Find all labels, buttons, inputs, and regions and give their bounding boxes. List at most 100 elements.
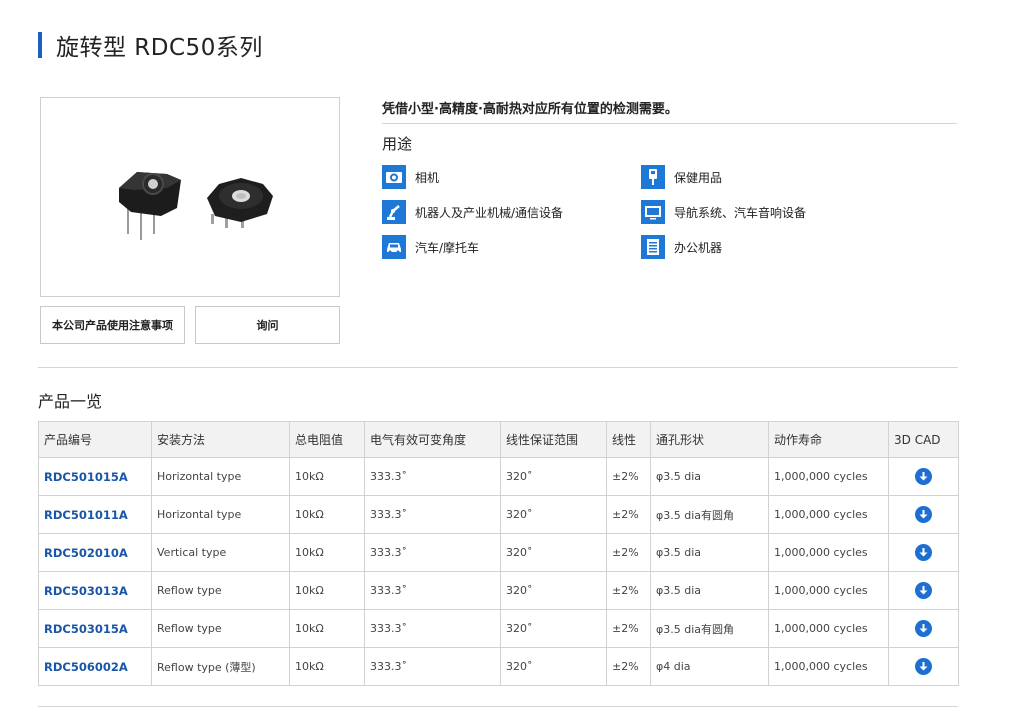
cell-mount: Horizontal type [151,495,290,534]
table-row: RDC503013A Reflow type 10kΩ 333.3˚ 320˚ … [38,571,959,610]
potentiometer-reflow-image [207,178,273,228]
cell-linearity: ±2% [606,495,651,534]
cell-3d-cad [888,609,959,648]
application-label: 机器人及产业机械/通信设备 [415,205,564,220]
column-header: 线性保证范围 [500,421,607,458]
applications-heading: 用途 [382,135,413,153]
cell-hole: φ3.5 dia [650,533,769,572]
usage-notice-button[interactable]: 本公司产品使用注意事项 [40,306,185,344]
download-icon[interactable] [915,620,932,637]
application-label: 办公机器 [674,240,723,255]
robot-arm-icon [382,200,406,224]
title-accent-bar [38,32,42,58]
column-header: 线性 [606,421,651,458]
office-machine-icon [641,235,665,259]
product-image [40,97,340,297]
cell-mount: Reflow type (薄型) [151,647,290,686]
part-number-link[interactable]: RDC501015A [38,457,152,496]
part-number-link[interactable]: RDC503015A [38,609,152,648]
application-item-car: 汽车/摩托车 [382,235,479,259]
cell-mount: Reflow type [151,571,290,610]
cell-life: 1,000,000 cycles [768,533,889,572]
cell-range: 320˚ [500,609,607,648]
download-icon[interactable] [915,468,932,485]
table-row: RDC502010A Vertical type 10kΩ 333.3˚ 320… [38,533,959,572]
column-header: 电气有效可变角度 [364,421,501,458]
cell-3d-cad [888,647,959,686]
cell-angle: 333.3˚ [364,571,501,610]
table-row: RDC501015A Horizontal type 10kΩ 333.3˚ 3… [38,457,959,496]
cell-resistance: 10kΩ [289,457,365,496]
cell-3d-cad [888,533,959,572]
part-number-link[interactable]: RDC503013A [38,571,152,610]
application-item-navigation: 导航系统、汽车音响设备 [641,200,806,224]
potentiometer-vertical-image [119,172,181,240]
download-icon[interactable] [915,544,932,561]
cell-life: 1,000,000 cycles [768,609,889,648]
cell-linearity: ±2% [606,457,651,496]
cell-range: 320˚ [500,647,607,686]
application-label: 导航系统、汽车音响设备 [674,205,807,220]
page-title: 旋转型 RDC50系列 [56,35,263,61]
part-number-link[interactable]: RDC502010A [38,533,152,572]
inquiry-button[interactable]: 询问 [195,306,340,344]
cell-angle: 333.3˚ [364,609,501,648]
cell-hole: φ3.5 dia [650,457,769,496]
cell-life: 1,000,000 cycles [768,495,889,534]
thermometer-icon [641,165,665,189]
cell-resistance: 10kΩ [289,571,365,610]
cell-3d-cad [888,457,959,496]
cell-life: 1,000,000 cycles [768,647,889,686]
cell-3d-cad [888,495,959,534]
cell-angle: 333.3˚ [364,495,501,534]
cell-hole: φ3.5 dia有圆角 [650,609,769,648]
cell-mount: Horizontal type [151,457,290,496]
cell-angle: 333.3˚ [364,457,501,496]
column-header: 产品编号 [38,421,152,458]
column-header: 动作寿命 [768,421,889,458]
column-header: 通孔形状 [650,421,769,458]
table-row: RDC503015A Reflow type 10kΩ 333.3˚ 320˚ … [38,609,959,648]
table-row: RDC501011A Horizontal type 10kΩ 333.3˚ 3… [38,495,959,534]
divider [38,367,958,368]
column-header: 3D CAD [888,421,959,458]
cell-angle: 333.3˚ [364,533,501,572]
cell-resistance: 10kΩ [289,609,365,648]
download-icon[interactable] [915,658,932,675]
part-number-link[interactable]: RDC501011A [38,495,152,534]
cell-linearity: ±2% [606,647,651,686]
divider [382,123,957,124]
part-number-link[interactable]: RDC506002A [38,647,152,686]
application-label: 汽车/摩托车 [415,240,480,255]
application-label: 相机 [415,170,440,185]
download-icon[interactable] [915,506,932,523]
cell-range: 320˚ [500,571,607,610]
application-item-office: 办公机器 [641,235,722,259]
page-title-bar: 旋转型 RDC50系列 [38,28,263,62]
column-header: 总电阻值 [289,421,365,458]
cell-life: 1,000,000 cycles [768,457,889,496]
cell-resistance: 10kΩ [289,533,365,572]
cell-mount: Vertical type [151,533,290,572]
cell-resistance: 10kΩ [289,495,365,534]
cell-linearity: ±2% [606,533,651,572]
table-row: RDC506002A Reflow type (薄型) 10kΩ 333.3˚ … [38,647,959,686]
cell-linearity: ±2% [606,571,651,610]
camera-icon [382,165,406,189]
divider [38,706,958,707]
application-item-robot: 机器人及产业机械/通信设备 [382,200,563,224]
cell-3d-cad [888,571,959,610]
cell-life: 1,000,000 cycles [768,571,889,610]
column-header: 安装方法 [151,421,290,458]
application-item-camera: 相机 [382,165,439,189]
car-icon [382,235,406,259]
product-tagline: 凭借小型·高精度·高耐热对应所有位置的检测需要。 [382,102,678,117]
cell-hole: φ3.5 dia [650,571,769,610]
cell-range: 320˚ [500,495,607,534]
cell-resistance: 10kΩ [289,647,365,686]
products-table: 产品编号 安装方法 总电阻值 电气有效可变角度 线性保证范围 线性 通孔形状 动… [38,421,959,686]
cell-hole: φ4 dia [650,647,769,686]
section-title-products: 产品一览 [38,392,103,411]
cell-linearity: ±2% [606,609,651,648]
download-icon[interactable] [915,582,932,599]
